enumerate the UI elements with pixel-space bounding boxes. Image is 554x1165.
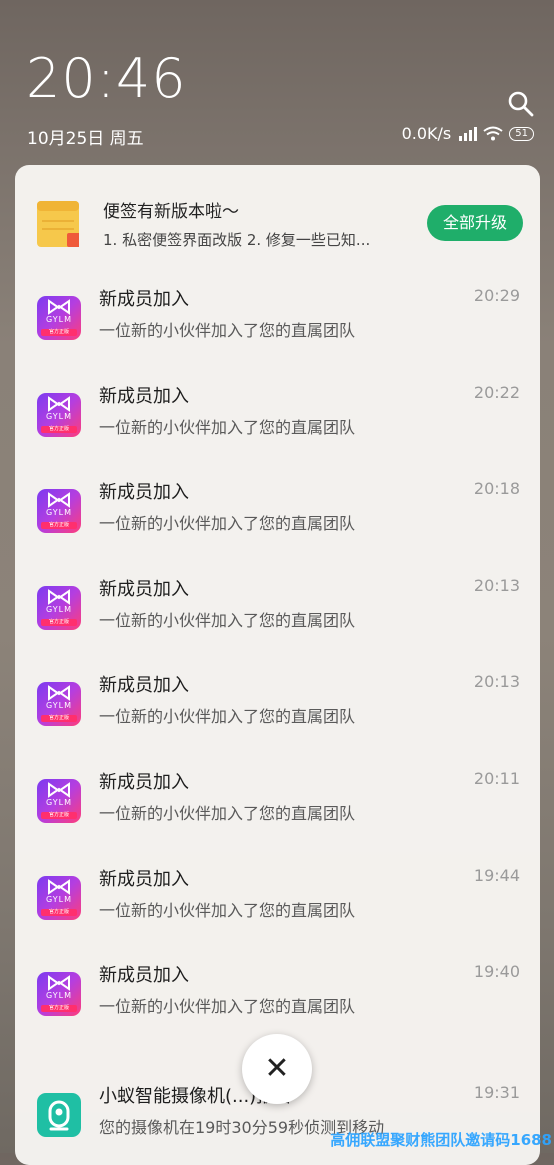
- team-member-notification[interactable]: GYLM 官方正版 新成员加入一位新的小伙伴加入了您的直属团队 19:40: [15, 945, 540, 1041]
- app-brand: GYLM: [45, 991, 73, 1001]
- gylm-app-icon: GYLM 官方正版: [37, 392, 81, 437]
- notes-app-icon: [37, 201, 79, 247]
- team-member-notification[interactable]: GYLM 官方正版 新成员加入一位新的小伙伴加入了您的直属团队 20:13: [15, 655, 540, 751]
- app-brand: GYLM: [45, 798, 73, 807]
- gylm-app-icon: GYLM 官方正版: [37, 585, 81, 630]
- team-member-notification[interactable]: GYLM 官方正版 新成员加入一位新的小伙伴加入了您的直属团队 20:18: [15, 462, 540, 558]
- notification-title: 新成员加入: [99, 965, 189, 987]
- upgrade-all-button[interactable]: 全部升级: [427, 205, 523, 241]
- notification-body: 一位新的小伙伴加入了您的直属团队: [99, 417, 356, 437]
- gylm-app-icon: GYLM 官方正版: [37, 972, 81, 1017]
- gylm-app-icon: GYLM 官方正版: [37, 682, 81, 727]
- clock: 20:46: [26, 47, 187, 110]
- wifi-icon: [483, 126, 503, 141]
- app-tag: 官方正版: [41, 618, 77, 626]
- app-tag: 官方正版: [41, 425, 77, 433]
- notification-body: 一位新的小伙伴加入了您的直属团队: [99, 804, 356, 823]
- search-icon[interactable]: [507, 90, 535, 118]
- notification-title: 新成员加入: [99, 289, 189, 310]
- notification-time: 19:44: [473, 865, 520, 885]
- app-brand: GYLM: [45, 315, 73, 324]
- gylm-app-icon: GYLM 官方正版: [37, 779, 81, 823]
- app-tag: 官方正版: [41, 908, 77, 916]
- app-brand: GYLM: [45, 508, 73, 518]
- status-bar: 20:46 10月25日 周五 0.0K/s 51: [0, 0, 554, 165]
- app-brand: GYLM: [45, 604, 73, 614]
- upgrade-description: 1. 私密便签界面改版 2. 修复一些已知...: [103, 231, 371, 249]
- notification-time: 20:18: [473, 479, 520, 499]
- notification-title: 新成员加入: [99, 578, 189, 600]
- notification-body: 一位新的小伙伴加入了您的直属团队: [99, 514, 356, 534]
- notification-title: 新成员加入: [99, 482, 189, 504]
- notes-upgrade-notification[interactable]: 便签有新版本啦～ 1. 私密便签界面改版 2. 修复一些已知... 全部升级: [15, 165, 540, 265]
- app-tag: 官方正版: [41, 715, 77, 723]
- notification-body: 一位新的小伙伴加入了您的直属团队: [99, 707, 356, 727]
- app-tag: 官方正版: [41, 522, 77, 530]
- app-brand: GYLM: [45, 894, 73, 904]
- notification-time: 20:13: [473, 672, 520, 692]
- notification-time: 20:29: [473, 286, 520, 305]
- team-member-notification[interactable]: GYLM 官方正版 新成员加入一位新的小伙伴加入了您的直属团队 19:44: [15, 849, 540, 945]
- camera-app-icon: [37, 1093, 81, 1137]
- notification-time: 19:40: [473, 962, 520, 982]
- team-member-notification[interactable]: GYLM 官方正版 新成员加入一位新的小伙伴加入了您的直属团队 20:29: [15, 269, 540, 365]
- app-brand: GYLM: [45, 701, 73, 711]
- app-tag: 官方正版: [41, 812, 77, 819]
- clear-all-button[interactable]: ✕: [242, 1034, 312, 1104]
- team-member-notification[interactable]: GYLM 官方正版 新成员加入一位新的小伙伴加入了您的直属团队 20:22: [15, 366, 540, 462]
- signal-icon: [459, 126, 478, 141]
- watermark: 高佣联盟聚财熊团队邀请码1688: [330, 1131, 552, 1149]
- network-speed: 0.0K/s: [401, 124, 452, 143]
- notification-panel: 便签有新版本啦～ 1. 私密便签界面改版 2. 修复一些已知... 全部升级 G…: [15, 165, 540, 1165]
- team-member-notification[interactable]: GYLM 官方正版 新成员加入一位新的小伙伴加入了您的直属团队 20:13: [15, 559, 540, 655]
- gylm-app-icon: GYLM 官方正版: [37, 296, 81, 340]
- gylm-app-icon: GYLM 官方正版: [37, 489, 81, 534]
- notification-time: 20:22: [473, 382, 520, 402]
- date: 10月25日 周五: [27, 129, 144, 149]
- notification-body: 一位新的小伙伴加入了您的直属团队: [99, 900, 356, 920]
- battery-icon: 51: [509, 126, 534, 141]
- system-icons: 0.0K/s 51: [402, 124, 534, 143]
- notification-time: 20:11: [473, 769, 520, 788]
- notification-body: 一位新的小伙伴加入了您的直属团队: [99, 610, 356, 630]
- notification-body: 一位新的小伙伴加入了您的直属团队: [99, 321, 356, 340]
- notification-time: 19:31: [473, 1083, 520, 1102]
- gylm-app-icon: GYLM 官方正版: [37, 875, 81, 920]
- notification-title: 新成员加入: [99, 868, 189, 890]
- team-member-notification[interactable]: GYLM 官方正版 新成员加入一位新的小伙伴加入了您的直属团队 20:11: [15, 752, 540, 848]
- notification-title: 新成员加入: [99, 772, 189, 793]
- upgrade-title: 便签有新版本啦～: [103, 202, 239, 222]
- notification-time: 20:13: [473, 575, 520, 595]
- app-brand: GYLM: [45, 411, 73, 421]
- app-tag: 官方正版: [41, 1005, 77, 1013]
- notification-body: 一位新的小伙伴加入了您的直属团队: [99, 997, 356, 1017]
- close-icon: ✕: [264, 1051, 290, 1086]
- app-tag: 官方正版: [41, 329, 77, 336]
- notification-title: 新成员加入: [99, 675, 189, 697]
- notification-title: 新成员加入: [99, 385, 189, 407]
